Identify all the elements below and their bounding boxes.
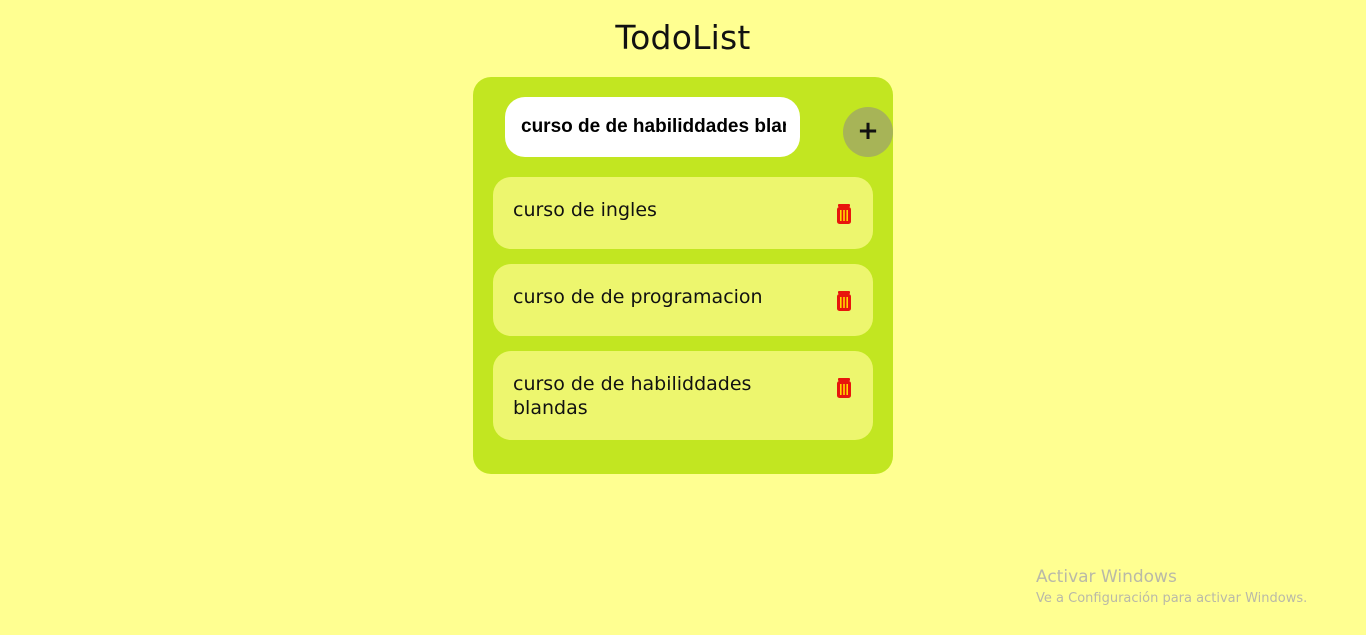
task-text: curso de de habiliddades blandas xyxy=(513,373,752,419)
trash-icon[interactable] xyxy=(835,203,853,225)
watermark-title: Activar Windows xyxy=(1036,567,1177,587)
task-text: curso de ingles xyxy=(513,199,657,221)
windows-activation-watermark: Activar Windows Ve a Configuración para … xyxy=(1036,566,1307,610)
trash-icon[interactable] xyxy=(835,290,853,312)
task-list: curso de ingles curso de de programacion… xyxy=(493,177,873,455)
task-item: curso de de habiliddades blandas xyxy=(493,351,873,440)
task-item: curso de ingles xyxy=(493,177,873,249)
todo-panel: + curso de ingles curso de de programaci… xyxy=(473,77,893,474)
task-text: curso de de programacion xyxy=(513,286,763,308)
page-title: TodoList xyxy=(615,18,751,57)
input-row: + xyxy=(505,97,893,157)
task-item: curso de de programacion xyxy=(493,264,873,336)
trash-icon[interactable] xyxy=(835,377,853,399)
task-input[interactable] xyxy=(505,97,800,157)
plus-icon: + xyxy=(857,116,879,146)
add-task-button[interactable]: + xyxy=(843,107,893,157)
watermark-subtitle: Ve a Configuración para activar Windows. xyxy=(1036,591,1308,606)
